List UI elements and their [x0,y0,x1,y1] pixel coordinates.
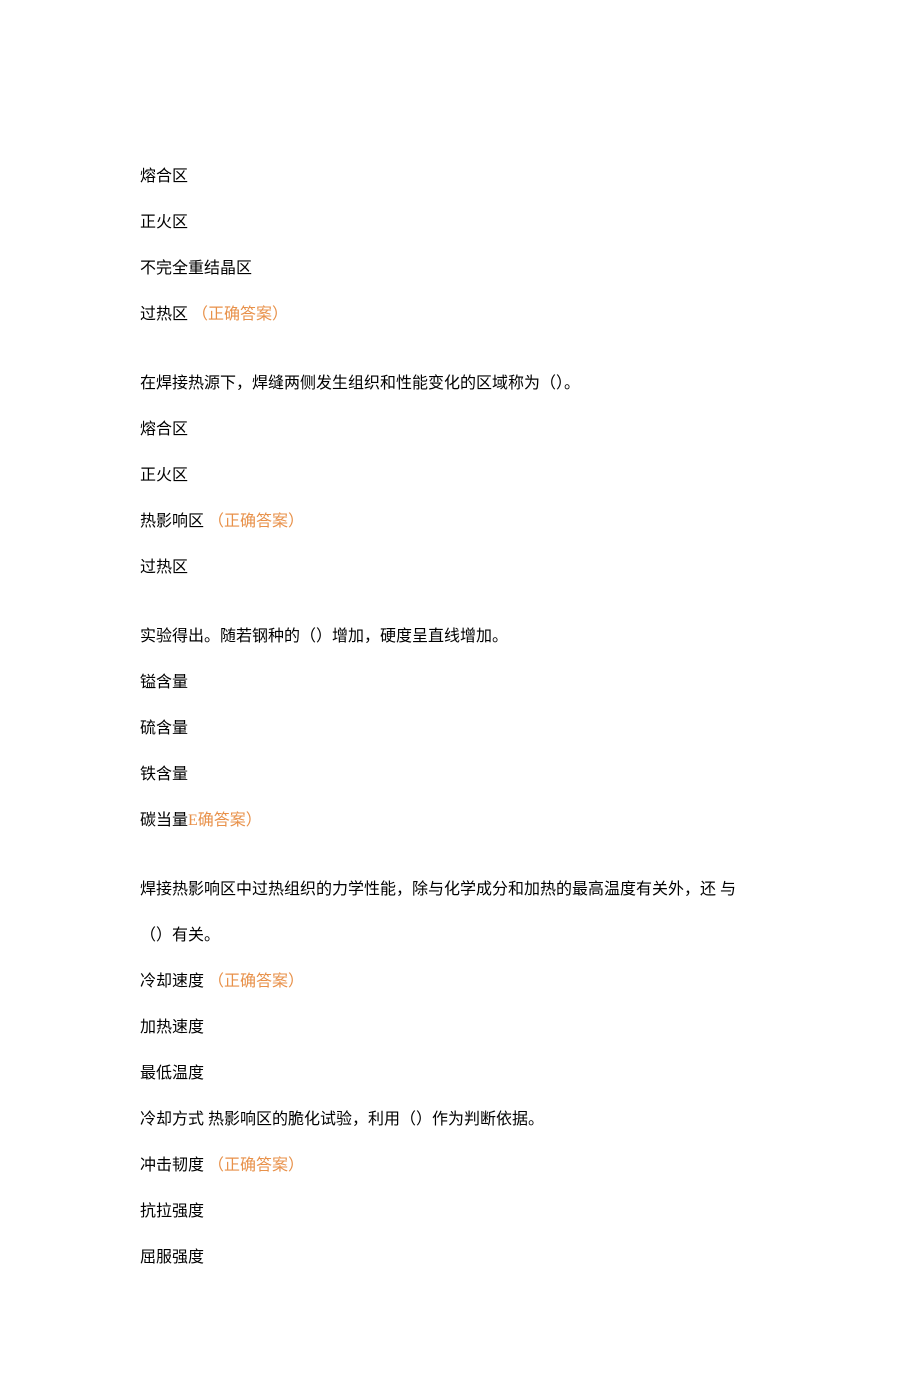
q3-option-3: 铁含量 [140,763,780,787]
q4-option-1: 冷却速度 （正确答案） [140,970,780,994]
q4-option-1-text: 冷却速度 [140,973,204,990]
q1-option-1: 熔合区 [140,165,780,189]
q2-option-2: 正火区 [140,464,780,488]
q4-correct-mark-1: （正确答案） [208,973,304,990]
q4-option-7: 屈服强度 [140,1246,780,1270]
q4-option-5-text: 冲击韧度 [140,1157,204,1174]
q4-correct-mark-2: （正确答案） [208,1157,304,1174]
q4-option-2: 加热速度 [140,1016,780,1040]
q2-option-4: 过热区 [140,556,780,580]
q1-option-4: 过热区 （正确答案） [140,303,780,327]
q3-option-4-text: 碳当量 [140,812,188,829]
q3-correct-mark: E确答案） [188,812,262,829]
q2-option-3-text: 热影响区 [140,513,204,530]
q4-option-3: 最低温度 [140,1062,780,1086]
q4-option-6: 抗拉强度 [140,1200,780,1224]
q1-option-4-text: 过热区 [140,306,188,323]
q4-option-5: 冲击韧度 （正确答案） [140,1154,780,1178]
q3-option-1: 镒含量 [140,671,780,695]
q2-option-1: 熔合区 [140,418,780,442]
q2-question: 在焊接热源下，焊缝两侧发生组织和性能变化的区域称为（）。 [140,372,780,396]
q3-question: 实验得出。随若钢种的（）增加，硬度呈直线增加。 [140,625,780,649]
q4-question-line2: （）有关。 [140,924,780,948]
q3-option-2: 硫含量 [140,717,780,741]
q4-question-line1: 焊接热影响区中过热组织的力学性能，除与化学成分和加热的最高温度有关外，还 与 [140,878,780,902]
q1-option-2: 正火区 [140,211,780,235]
q2-correct-mark: （正确答案） [208,513,304,530]
q1-correct-mark: （正确答案） [192,306,288,323]
q1-option-3: 不完全重结晶区 [140,257,780,281]
q3-option-4: 碳当量E确答案） [140,809,780,833]
q4-option-4: 冷却方式 热影响区的脆化试验，利用（）作为判断依据。 [140,1108,780,1132]
q2-option-3: 热影响区 （正确答案） [140,510,780,534]
